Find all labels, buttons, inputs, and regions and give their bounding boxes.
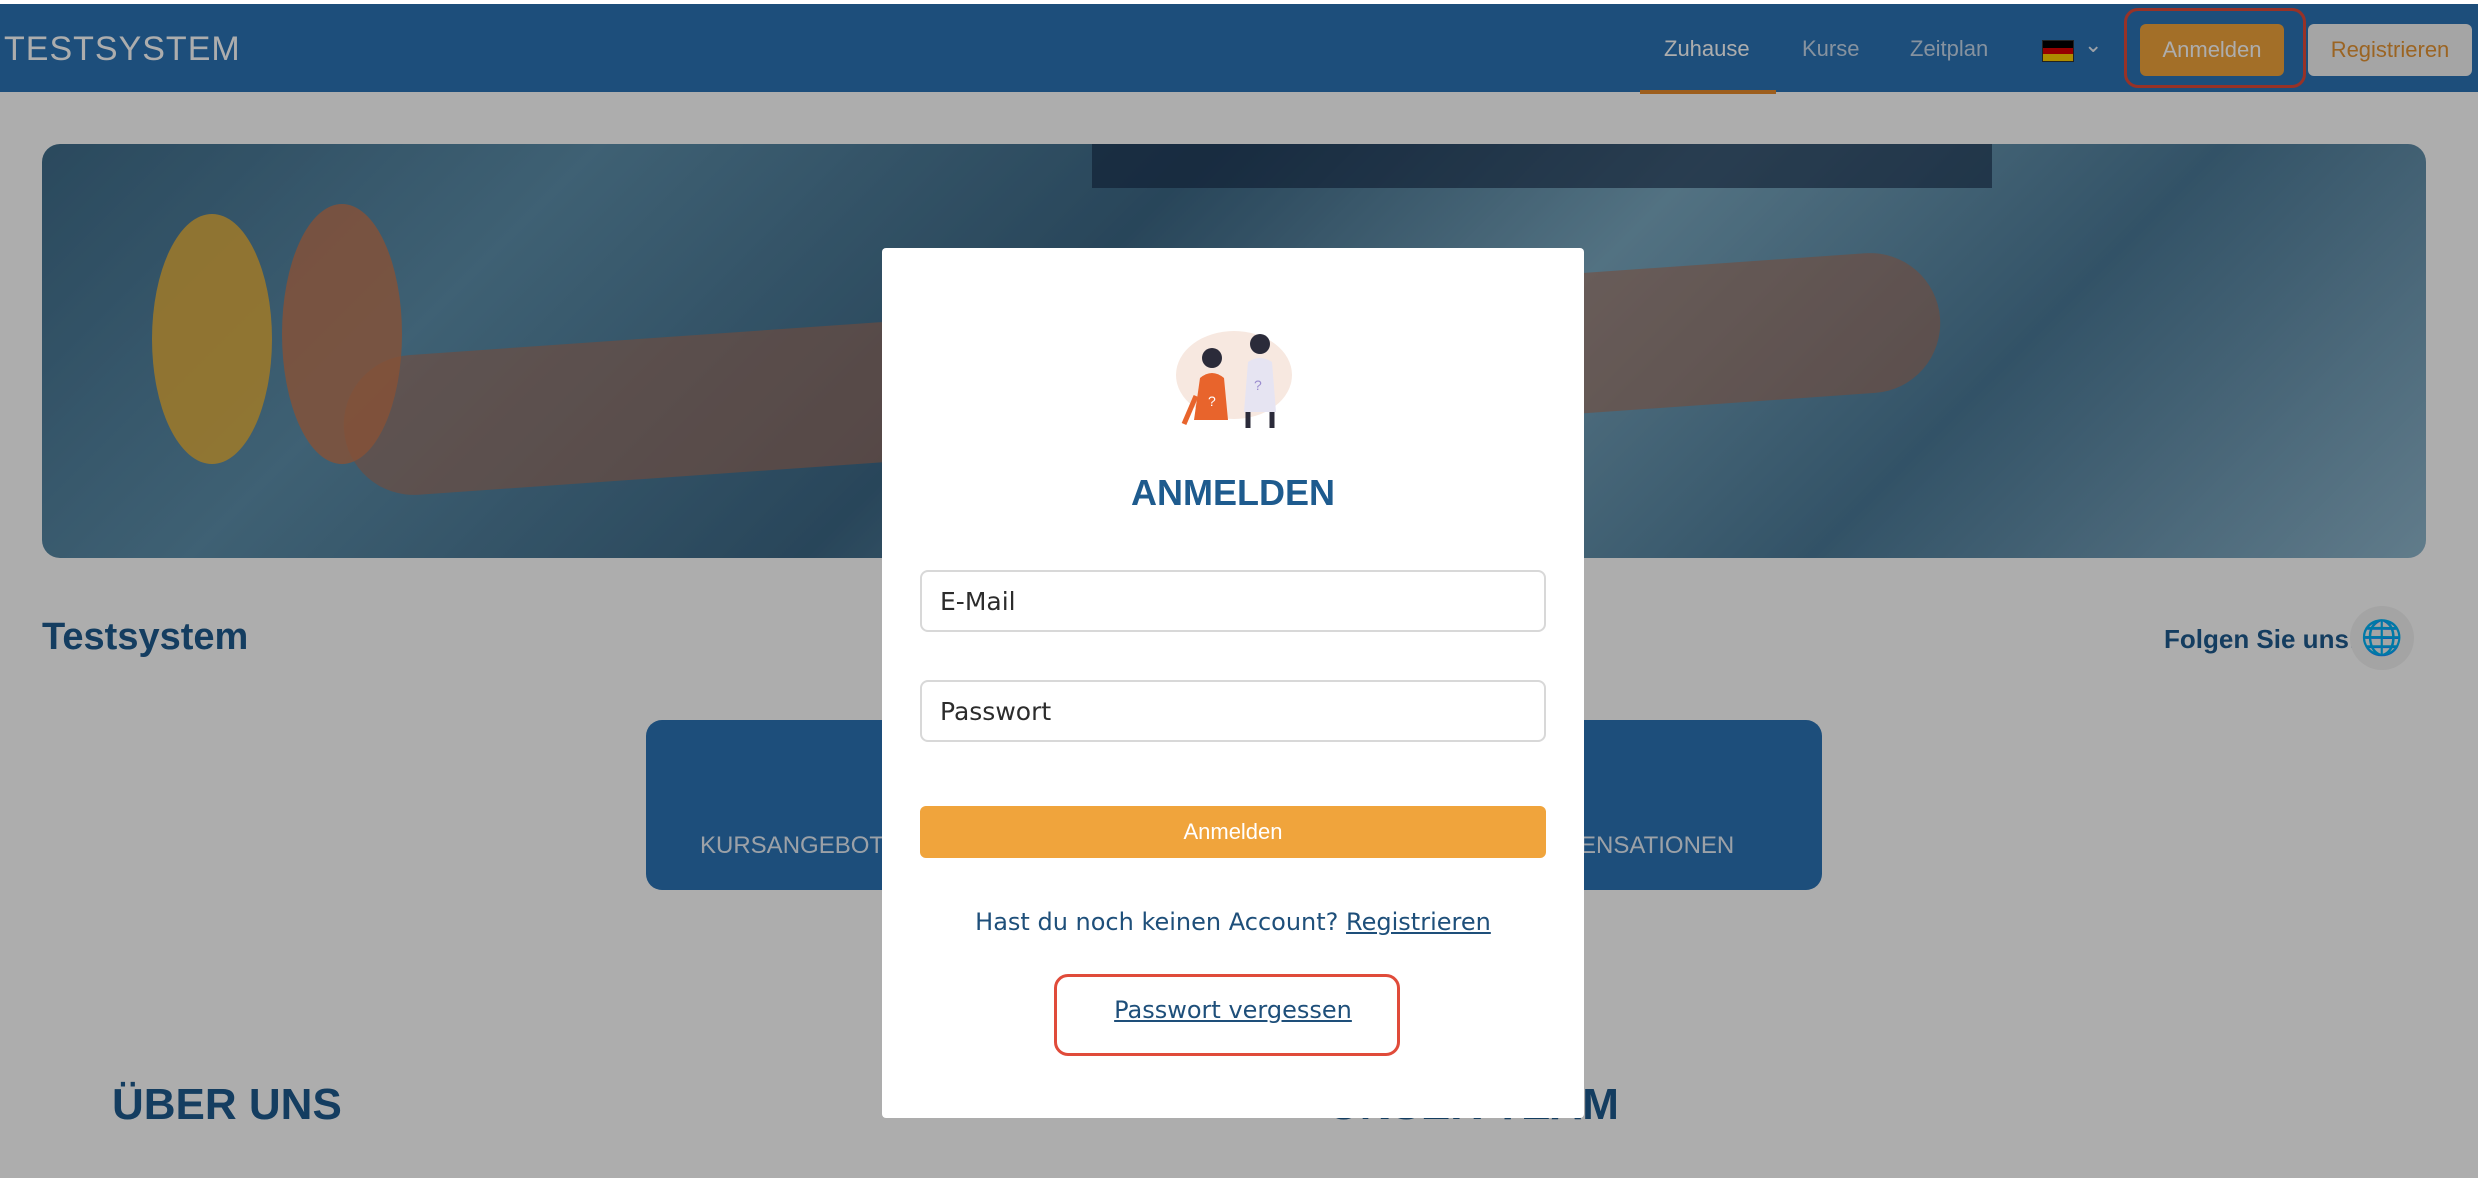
modal-title: ANMELDEN (1131, 472, 1335, 513)
email-field[interactable] (920, 570, 1546, 632)
login-illustration-icon: ? ? (1176, 331, 1292, 428)
no-account-text: Hast du noch keinen Account? (975, 908, 1339, 936)
password-field[interactable] (920, 680, 1546, 742)
svg-text:?: ? (1208, 393, 1216, 409)
register-link[interactable]: Registrieren (1346, 908, 1491, 936)
no-account-row: Hast du noch keinen Account? Registriere… (882, 908, 1584, 936)
forgot-password-highlight (1054, 974, 1400, 1056)
submit-login-button[interactable]: Anmelden (920, 806, 1546, 858)
svg-text:?: ? (1254, 377, 1262, 393)
